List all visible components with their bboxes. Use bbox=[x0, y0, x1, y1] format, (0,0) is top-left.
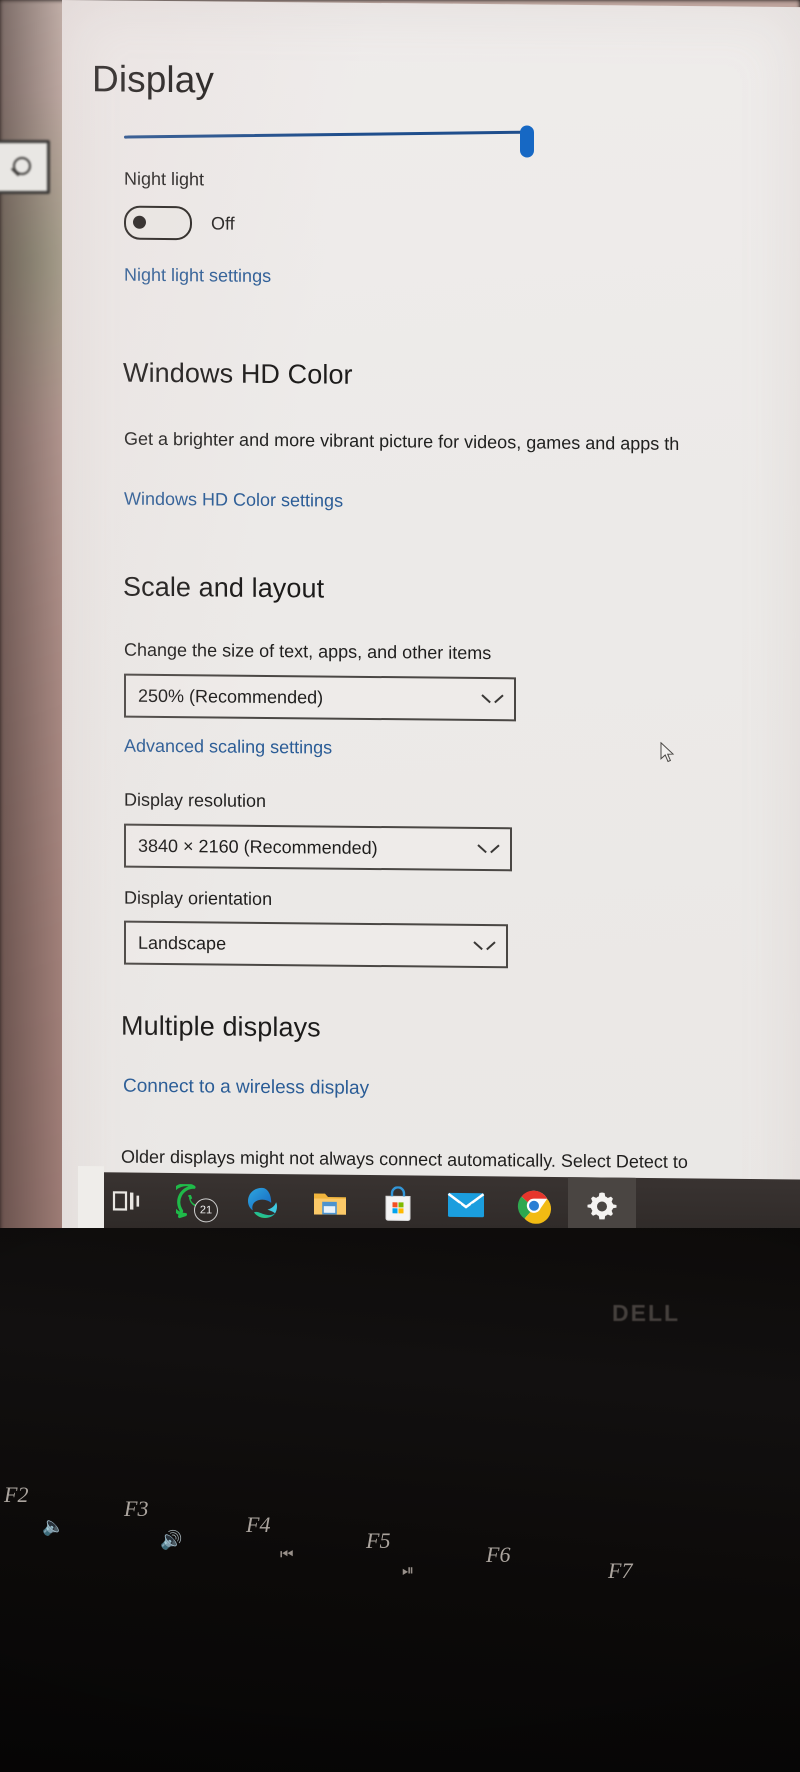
speaker-mute-icon: 🔈 bbox=[42, 1516, 65, 1536]
microsoft-store-icon bbox=[385, 1186, 411, 1221]
night-light-label: Night light bbox=[124, 168, 205, 190]
resolution-label: Display resolution bbox=[124, 789, 267, 811]
night-light-toggle-row[interactable]: Off bbox=[124, 205, 235, 241]
night-light-state: Off bbox=[211, 212, 235, 234]
fkey-f4[interactable]: F4 bbox=[246, 1512, 270, 1538]
resolution-dropdown[interactable]: 3840 × 2160 (Recommended) bbox=[124, 823, 512, 872]
dell-logo: DELL bbox=[612, 1300, 681, 1326]
function-key-row: F2 🔈 F3 🔊 F4 ⏮ F5 ⏯ F6 F7 bbox=[0, 1480, 800, 1772]
chrome-icon bbox=[517, 1190, 551, 1224]
multiple-displays-note: Older displays might not always connect … bbox=[121, 1146, 688, 1173]
multiple-displays-heading: Multiple displays bbox=[121, 1010, 321, 1043]
night-light-settings-link[interactable]: Night light settings bbox=[124, 265, 271, 287]
hd-color-description: Get a brighter and more vibrant picture … bbox=[124, 428, 680, 454]
brightness-slider-thumb[interactable] bbox=[520, 125, 534, 158]
laptop-screen: Display Night light Off Night light sett… bbox=[62, 0, 800, 1314]
scale-label: Change the size of text, apps, and other… bbox=[124, 639, 492, 664]
scale-dropdown[interactable]: 250% (Recommended) bbox=[124, 673, 516, 722]
taskbar-item-file-explorer[interactable] bbox=[296, 1174, 364, 1233]
chevron-down-icon bbox=[483, 694, 498, 709]
mouse-cursor bbox=[660, 741, 675, 763]
connect-wireless-display-link[interactable]: Connect to a wireless display bbox=[123, 1076, 369, 1100]
hd-color-settings-link[interactable]: Windows HD Color settings bbox=[124, 489, 343, 512]
taskbar-item-task-view[interactable] bbox=[92, 1172, 160, 1231]
hd-color-heading: Windows HD Color bbox=[123, 357, 353, 390]
orientation-dropdown[interactable]: Landscape bbox=[124, 920, 508, 969]
chevron-down-icon bbox=[475, 941, 490, 956]
taskbar-item-mail[interactable] bbox=[432, 1176, 500, 1235]
brightness-slider[interactable] bbox=[123, 121, 534, 159]
previous-track-icon: ⏮ bbox=[280, 1546, 294, 1563]
display-settings-pane: Display Night light Off Night light sett… bbox=[92, 0, 800, 1172]
night-light-toggle[interactable] bbox=[124, 205, 192, 241]
fkey-f3[interactable]: F3 bbox=[124, 1496, 148, 1522]
fkey-f5[interactable]: F5 bbox=[366, 1528, 390, 1554]
scale-dropdown-value: 250% (Recommended) bbox=[138, 685, 324, 708]
scale-layout-heading: Scale and layout bbox=[123, 571, 325, 604]
settings-gear-icon bbox=[587, 1192, 617, 1220]
left-shadow bbox=[0, 0, 70, 1310]
edge-icon bbox=[248, 1187, 277, 1218]
speaker-volume-icon: 🔊 bbox=[160, 1530, 183, 1550]
resolution-dropdown-value: 3840 × 2160 (Recommended) bbox=[138, 835, 378, 858]
taskbar-items: 21 bbox=[92, 1172, 636, 1236]
background-search-box[interactable] bbox=[0, 140, 50, 194]
fkey-f6[interactable]: F6 bbox=[486, 1542, 510, 1568]
fkey-f2[interactable]: F2 bbox=[4, 1482, 28, 1508]
mail-icon bbox=[447, 1192, 485, 1218]
file-explorer-icon bbox=[314, 1193, 346, 1215]
brightness-slider-track bbox=[123, 130, 524, 139]
page-title: Display bbox=[92, 58, 215, 101]
fkey-f7[interactable]: F7 bbox=[608, 1558, 632, 1584]
taskbar-item-whatsapp[interactable]: 21 bbox=[160, 1173, 228, 1232]
orientation-label: Display orientation bbox=[124, 887, 273, 910]
play-pause-icon: ⏯ bbox=[402, 1562, 415, 1579]
taskbar-item-microsoft-store[interactable] bbox=[364, 1175, 432, 1234]
whatsapp-badge: 21 bbox=[194, 1198, 218, 1223]
chevron-down-icon bbox=[479, 844, 494, 859]
settings-window: Display Night light Off Night light sett… bbox=[62, 0, 800, 1313]
taskbar-item-chrome[interactable] bbox=[500, 1176, 568, 1235]
taskbar-item-edge[interactable] bbox=[228, 1174, 296, 1233]
advanced-scaling-link[interactable]: Advanced scaling settings bbox=[124, 736, 332, 759]
task-view-icon bbox=[112, 1191, 140, 1211]
photo-scene: Display Night light Off Night light sett… bbox=[0, 0, 800, 1772]
orientation-dropdown-value: Landscape bbox=[138, 932, 227, 954]
toggle-knob bbox=[133, 215, 146, 229]
